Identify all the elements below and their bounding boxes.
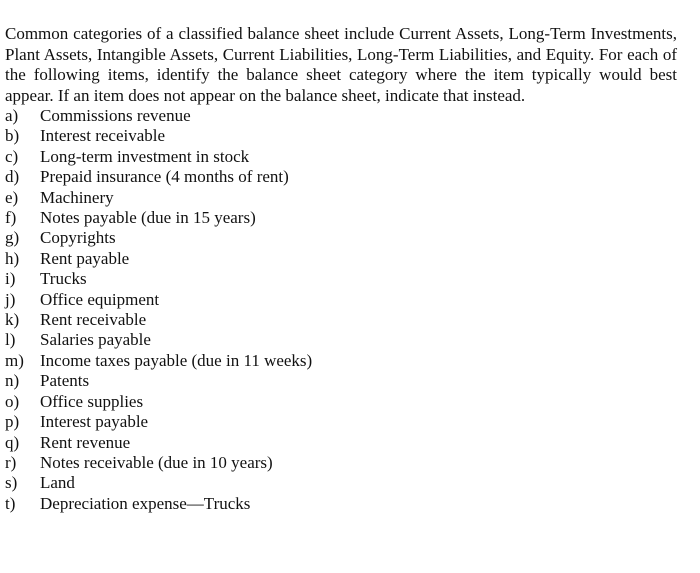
item-letter: r) [5,452,17,472]
item-letter: c) [5,146,19,166]
item-text: Income taxes payable (due in 11 weeks) [40,350,313,370]
list-item: d) Prepaid insurance (4 months of rent) [5,167,677,187]
item-text: Office equipment [40,289,160,309]
item-text: Salaries payable [40,330,151,350]
item-letter: d) [5,167,20,187]
list-item: b) Interest receivable [5,126,677,146]
item-text: Notes payable (due in 15 years) [40,208,256,228]
list-item: p) Interest payable [5,412,677,432]
item-letter: t) [5,493,16,513]
list-item: j) Office equipment [5,290,677,310]
item-text: Office supplies [40,391,144,411]
list-item: o) Office supplies [5,392,677,412]
item-text: Trucks [40,269,87,289]
item-text: Land [40,473,75,493]
list-item: q) Rent revenue [5,433,677,453]
item-letter: k) [5,310,20,330]
item-letter: j) [5,289,16,309]
item-text: Rent receivable [40,310,147,330]
item-letter: l) [5,330,16,350]
list-item: s) Land [5,473,677,493]
item-letter: e) [5,187,19,207]
list-item: t) Depreciation expense—Trucks [5,494,677,514]
item-text: Depreciation expense—Trucks [40,493,251,513]
item-text: Rent payable [40,248,130,268]
list-item: n) Patents [5,371,677,391]
item-text: Machinery [40,187,114,207]
item-text: Interest receivable [40,126,166,146]
item-text: Long-term investment in stock [40,146,250,166]
item-letter: q) [5,432,20,452]
list-item: k) Rent receivable [5,310,677,330]
list-item: h) Rent payable [5,249,677,269]
question-intro: Common categories of a classified balanc… [5,24,677,105]
question-document: Common categories of a classified balanc… [5,24,677,514]
item-text: Rent revenue [40,432,131,452]
item-letter: b) [5,126,20,146]
item-letter: o) [5,391,20,411]
item-letter: f) [5,208,17,228]
item-text: Notes receivable (due in 10 years) [40,452,273,472]
item-text: Interest payable [40,412,149,432]
item-text: Prepaid insurance (4 months of rent) [40,167,289,187]
list-item: c) Long-term investment in stock [5,147,677,167]
item-text: Copyrights [40,228,116,248]
item-letter: m) [5,350,24,370]
item-letter: g) [5,228,20,248]
item-letter: p) [5,412,20,432]
item-list: a) Commissions revenue b) Interest receiva… [5,106,677,514]
item-letter: s) [5,473,18,493]
item-letter: a) [5,106,19,125]
list-item: a) Commissions revenue [5,106,677,126]
item-letter: h) [5,248,20,268]
list-item: l) Salaries payable [5,330,677,350]
list-item: m) Income taxes payable (due in 11 weeks) [5,351,677,371]
list-item: r) Notes receivable (due in 10 years) [5,453,677,473]
item-letter: i) [5,269,16,289]
item-text: Commissions revenue [40,106,191,125]
list-item: e) Machinery [5,188,677,208]
list-item: i) Trucks [5,269,677,289]
list-item: f) Notes payable (due in 15 years) [5,208,677,228]
item-letter: n) [5,371,20,391]
item-text: Patents [40,371,90,391]
list-item: g) Copyrights [5,228,677,248]
